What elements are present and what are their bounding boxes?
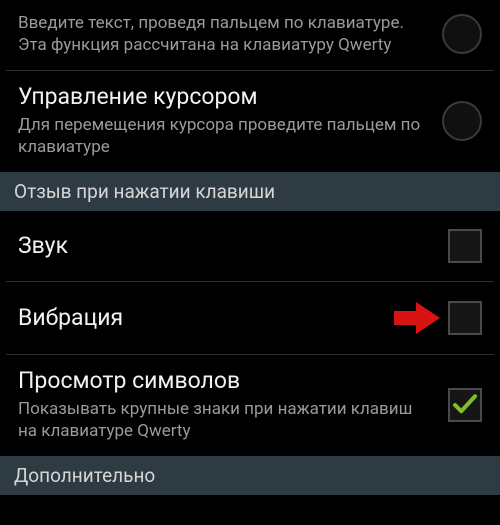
- checkbox-char-preview[interactable]: [448, 388, 482, 422]
- arrow-right-icon: [394, 300, 440, 336]
- setting-char-preview[interactable]: Просмотр символов Показывать крупные зна…: [0, 355, 500, 456]
- setting-sound[interactable]: Звук: [0, 211, 500, 281]
- setting-vibration-text: Вибрация: [18, 304, 380, 333]
- radio-swipe-input[interactable]: [442, 14, 482, 54]
- setting-char-preview-title: Просмотр символов: [18, 367, 434, 396]
- setting-swipe-input-text: Введите текст, проведя пальцем по клавиа…: [18, 12, 428, 56]
- setting-vibration[interactable]: Вибрация: [0, 282, 500, 354]
- settings-screen: Введите текст, проведя пальцем по клавиа…: [0, 0, 500, 525]
- section-header-advanced: Дополнительно: [0, 456, 500, 495]
- setting-swipe-input[interactable]: Введите текст, проведя пальцем по клавиа…: [0, 0, 500, 70]
- setting-cursor-control[interactable]: Управление курсором Для перемещения курс…: [0, 71, 500, 172]
- radio-cursor-control[interactable]: [442, 101, 482, 141]
- setting-cursor-control-subtitle: Для перемещения курсора проведите пальце…: [18, 114, 428, 158]
- checkmark-icon: [450, 390, 480, 420]
- setting-cursor-control-title: Управление курсором: [18, 83, 428, 112]
- setting-char-preview-subtitle: Показывать крупные знаки при нажатии кла…: [18, 398, 434, 442]
- vibration-control-group: [394, 300, 482, 336]
- checkbox-sound[interactable]: [448, 229, 482, 263]
- setting-swipe-input-subtitle: Введите текст, проведя пальцем по клавиа…: [18, 12, 428, 56]
- setting-sound-title: Звук: [18, 232, 434, 261]
- setting-cursor-control-text: Управление курсором Для перемещения курс…: [18, 83, 428, 158]
- checkbox-vibration[interactable]: [448, 301, 482, 335]
- setting-char-preview-text: Просмотр символов Показывать крупные зна…: [18, 367, 434, 442]
- setting-sound-text: Звук: [18, 232, 434, 261]
- setting-vibration-title: Вибрация: [18, 304, 380, 333]
- section-header-key-feedback: Отзыв при нажатии клавиши: [0, 172, 500, 211]
